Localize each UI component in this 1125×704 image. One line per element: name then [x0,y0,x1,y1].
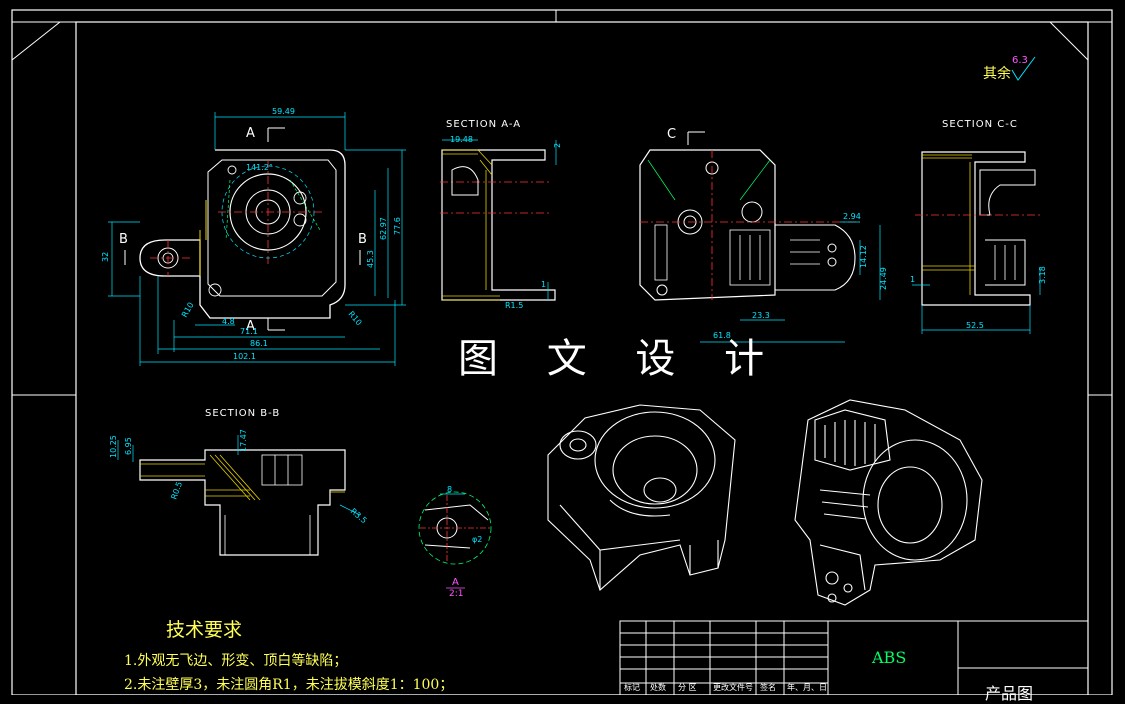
dim-label: 2 [553,143,562,148]
view-label-b-right: B [358,232,367,247]
view-label-b-left: B [119,232,128,247]
iso-view-right [794,399,983,606]
dim-label: R10 [180,301,196,319]
section-aa-view [440,139,557,301]
dim-label: 59.49 [272,107,295,116]
dim-label: 32 [101,252,110,262]
dim-label: 141.2° [246,163,273,172]
tb-header: 更改文件号 [713,682,753,692]
watermark: 图 文 设 计 [458,336,783,382]
dim-label: 19.48 [450,135,473,144]
detail-scale-label: 2:1 [449,589,463,599]
material-label: ABS [872,648,907,667]
dim-label: 2.94 [843,212,861,221]
dim-label: 6.95 [124,437,133,455]
tech-requirements-title: 技术要求 [166,619,243,641]
dim-label: R10 [346,310,363,328]
dim-label: R1.5 [505,301,523,310]
view-label-a-top: A [246,126,255,141]
dim-label: 52.5 [966,321,984,330]
dim-label: 17.47 [239,429,248,452]
tb-header: 标记 [624,682,640,692]
detail-a-label: A [452,577,459,588]
dim-label: 45.3 [366,250,375,268]
dim-label: 10.25 [109,435,118,458]
tb-header: 年、月、日 [787,682,827,692]
tb-header: 处数 [650,682,666,692]
section-bb-label: SECTION B-B [205,408,280,419]
dim-label: 4.8 [222,317,235,326]
roughness-note: 其余 [983,66,1011,82]
dim-label: R0.5 [169,480,184,500]
section-aa-label: SECTION A-A [446,119,521,130]
dim-label: 14.12 [859,245,868,268]
dim-label: 77.6 [393,217,402,235]
iso-view-left [547,404,736,591]
dim-label: 62.97 [379,217,388,240]
dim-label: R3.5 [349,507,369,526]
dim-label: 3.18 [1038,266,1047,284]
section-cc-label: SECTION C-C [942,119,1018,130]
dim-label: 1 [541,280,546,289]
dim-label: 1 [910,275,915,284]
product-label: 产品图 [985,684,1034,703]
tb-header: 分 区 [678,683,697,692]
dim-label: φ2 [472,535,482,544]
tech-requirement-2: 2.未注壁厚3，未注圆角R1，未注拔模斜度1：100； [124,677,454,693]
dim-label: 86.1 [250,339,268,348]
tech-requirement-1: 1.外观无飞边、形变、顶白等缺陷； [124,653,348,669]
dim-label: 8 [447,485,452,494]
tb-header: 签名 [760,682,776,692]
roughness-value: 6.3 [1012,55,1028,66]
dim-label: 24.49 [879,267,888,290]
section-bb-view [117,435,361,556]
view-label-c: C [667,127,676,142]
dim-label: 71.1 [240,327,258,336]
dim-label: 102.1 [233,352,256,361]
section-cc-view [912,151,1041,334]
dim-label: 23.3 [752,311,770,320]
